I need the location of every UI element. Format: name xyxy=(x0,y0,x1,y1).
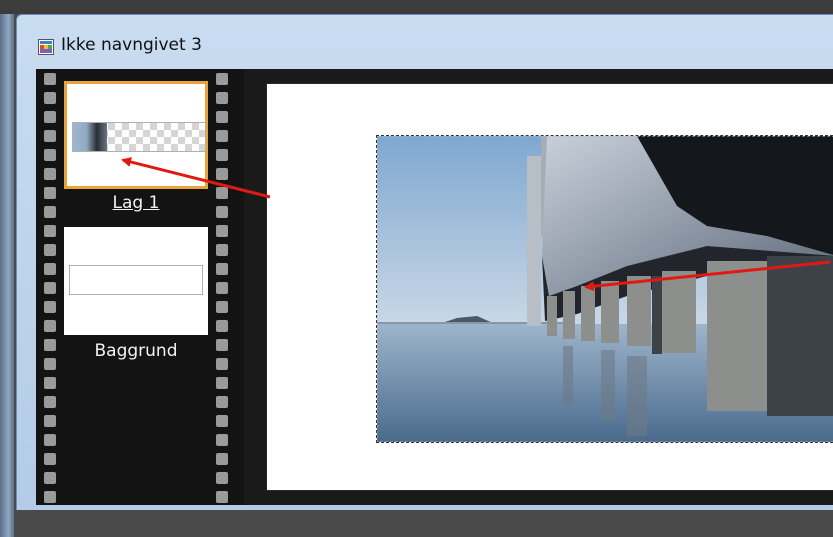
film-sprocket-hole xyxy=(216,282,228,294)
film-sprocket-hole xyxy=(44,225,56,237)
layer-thumbnail-blank xyxy=(69,265,203,295)
film-sprocket-hole xyxy=(216,130,228,142)
film-sprockets-right xyxy=(214,69,230,505)
bridge-photo[interactable] xyxy=(376,135,833,443)
film-sprocket-hole xyxy=(44,206,56,218)
film-sprocket-hole xyxy=(44,282,56,294)
film-sprocket-hole xyxy=(44,377,56,389)
layer-thumbnail[interactable] xyxy=(64,227,208,335)
film-sprocket-hole xyxy=(44,434,56,446)
film-sprocket-hole xyxy=(216,491,228,503)
window-titlebar[interactable]: Ikke navngivet 3 xyxy=(17,15,833,69)
film-sprocket-hole xyxy=(216,415,228,427)
film-sprocket-hole xyxy=(44,453,56,465)
film-sprocket-hole xyxy=(216,453,228,465)
film-sprocket-hole xyxy=(44,339,56,351)
film-sprocket-hole xyxy=(44,73,56,85)
document-window: Ikke navngivet 3 Lag 1 Baggrund xyxy=(16,14,833,512)
film-sprocket-hole xyxy=(216,149,228,161)
film-sprocket-hole xyxy=(44,320,56,332)
desktop-background xyxy=(0,0,833,14)
film-sprocket-hole xyxy=(44,130,56,142)
window-title: Ikke navngivet 3 xyxy=(61,35,202,55)
film-sprocket-hole xyxy=(44,263,56,275)
canvas-page[interactable] xyxy=(266,83,833,491)
film-sprocket-hole xyxy=(216,263,228,275)
film-sprocket-hole xyxy=(216,187,228,199)
film-sprocket-hole xyxy=(44,358,56,370)
editor-client-area: Lag 1 Baggrund xyxy=(36,69,833,505)
film-sprocket-hole xyxy=(44,187,56,199)
document-image-icon xyxy=(38,39,54,55)
film-sprocket-hole xyxy=(216,434,228,446)
film-sprocket-hole xyxy=(216,358,228,370)
film-sprocket-hole xyxy=(44,92,56,104)
film-sprocket-hole xyxy=(44,415,56,427)
film-sprocket-hole xyxy=(44,491,56,503)
film-sprocket-hole xyxy=(44,168,56,180)
layer-thumbnail[interactable] xyxy=(64,81,208,189)
film-sprocket-hole xyxy=(216,472,228,484)
status-area xyxy=(16,510,833,537)
film-sprocket-hole xyxy=(216,320,228,332)
film-sprocket-hole xyxy=(216,73,228,85)
transparency-checkerboard xyxy=(72,122,206,152)
film-sprocket-hole xyxy=(44,111,56,123)
film-sprocket-hole xyxy=(44,149,56,161)
film-sprocket-hole xyxy=(44,301,56,313)
film-sprocket-hole xyxy=(44,472,56,484)
film-sprocket-hole xyxy=(216,111,228,123)
film-sprocket-hole xyxy=(216,244,228,256)
layer-label[interactable]: Lag 1 xyxy=(64,193,208,213)
film-sprockets-left xyxy=(42,69,58,505)
canvas-area[interactable] xyxy=(244,69,833,505)
film-sprocket-hole xyxy=(216,301,228,313)
layer-label[interactable]: Baggrund xyxy=(64,341,208,361)
film-sprocket-hole xyxy=(216,339,228,351)
layers-panel: Lag 1 Baggrund xyxy=(36,69,244,505)
film-sprocket-hole xyxy=(216,168,228,180)
film-sprocket-hole xyxy=(216,206,228,218)
film-sprocket-hole xyxy=(44,396,56,408)
film-sprocket-hole xyxy=(216,396,228,408)
film-sprocket-hole xyxy=(216,92,228,104)
film-sprocket-hole xyxy=(216,225,228,237)
layer-thumbnail-photo xyxy=(73,123,107,151)
film-sprocket-hole xyxy=(216,377,228,389)
film-sprocket-hole xyxy=(44,244,56,256)
window-left-edge xyxy=(0,14,14,537)
